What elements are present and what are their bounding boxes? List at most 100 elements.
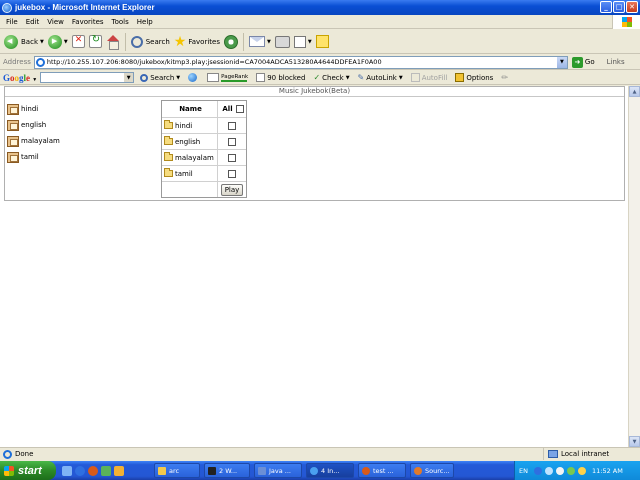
row-checkbox-hindi[interactable] <box>228 121 236 130</box>
folder-link-label[interactable]: english <box>21 121 46 129</box>
check-dropdown-icon[interactable]: ▼ <box>346 75 350 81</box>
quick-launch <box>62 465 124 476</box>
google-toolbar: Google ▼ ▼ Search ▼ PageRank 90 blocked … <box>0 71 640 85</box>
menu-edit[interactable]: Edit <box>22 18 44 26</box>
google-search-dropdown-icon[interactable]: ▼ <box>124 73 134 82</box>
back-dropdown-icon[interactable]: ▼ <box>40 39 44 45</box>
taskbar-task-arc[interactable]: arc <box>154 463 200 478</box>
folder-image-icon[interactable] <box>7 119 19 131</box>
google-search-input[interactable]: ▼ <box>40 72 135 83</box>
row-name-cell: tamil <box>162 166 218 181</box>
tray-network-icon[interactable] <box>544 466 553 475</box>
task-label: arc <box>169 466 180 475</box>
autofill-button[interactable]: AutoFill <box>410 73 447 82</box>
row-checkbox-tamil[interactable] <box>228 169 236 178</box>
address-dropdown-icon[interactable]: ▼ <box>556 56 567 68</box>
home-button[interactable] <box>104 32 122 52</box>
refresh-button[interactable] <box>87 32 104 52</box>
status-message: Done <box>0 449 33 459</box>
close-button[interactable]: ✕ <box>626 1 638 13</box>
autolink-dropdown-icon[interactable]: ▼ <box>399 75 403 81</box>
ie-app-icon[interactable] <box>2 2 12 13</box>
back-button[interactable]: Back ▼ <box>2 32 46 52</box>
folder-link-label[interactable]: tamil <box>21 153 39 161</box>
spellcheck-button[interactable]: ✓ Check ▼ <box>313 73 349 82</box>
folder-link-label[interactable]: malayalam <box>21 137 60 145</box>
forward-dropdown-icon[interactable]: ▼ <box>64 39 68 45</box>
search-button[interactable]: Search <box>129 32 172 52</box>
favorites-button[interactable]: ★ Favorites <box>172 32 222 52</box>
options-button[interactable]: Options <box>455 73 493 82</box>
folder-image-icon[interactable] <box>7 103 19 115</box>
google-pagerank[interactable]: PageRank <box>207 73 248 82</box>
ie-quicklaunch-icon[interactable] <box>75 465 85 476</box>
folder-link-label[interactable]: hindi <box>21 105 38 113</box>
notes-button[interactable] <box>314 32 331 52</box>
maximize-button[interactable]: □ <box>613 1 625 13</box>
title-bar[interactable]: jukebox - Microsoft Internet Explorer _ … <box>0 0 640 15</box>
vertical-scrollbar[interactable]: ▲ ▼ <box>628 86 640 447</box>
forward-arrow-icon <box>47 34 62 49</box>
google-logo[interactable]: Google ▼ <box>3 73 37 83</box>
back-label: Back <box>21 37 38 46</box>
mail-dropdown-icon[interactable]: ▼ <box>267 39 271 45</box>
address-input[interactable]: http://10.255.107.206:8080/jukebox/kitmp… <box>33 55 568 69</box>
tray-help-icon[interactable] <box>533 466 542 475</box>
folder-link-tamil[interactable]: tamil <box>7 149 157 165</box>
tray-app-icon[interactable] <box>577 466 586 475</box>
language-indicator[interactable]: EN <box>519 467 528 475</box>
edit-button[interactable]: ▼ <box>292 32 314 52</box>
start-button[interactable]: start <box>0 461 56 480</box>
tray-volume-icon[interactable] <box>555 466 564 475</box>
system-tray: EN 11:52 AM <box>514 461 640 480</box>
folder-image-icon[interactable] <box>7 135 19 147</box>
menu-help[interactable]: Help <box>133 18 157 26</box>
mail-button[interactable]: ▼ <box>247 32 273 52</box>
app-quicklaunch-icon[interactable] <box>101 465 111 476</box>
folder-image-icon[interactable] <box>7 151 19 163</box>
print-button[interactable] <box>273 32 292 52</box>
menu-tools[interactable]: Tools <box>108 18 133 26</box>
tray-security-icon[interactable] <box>566 466 575 475</box>
edit-dropdown-icon[interactable]: ▼ <box>308 39 312 45</box>
links-button[interactable]: Links <box>607 58 625 66</box>
menu-file[interactable]: File <box>2 18 22 26</box>
menu-favorites[interactable]: Favorites <box>68 18 108 26</box>
folder-quicklaunch-icon[interactable] <box>114 465 124 476</box>
highlight-button[interactable]: ✏ <box>501 73 508 82</box>
folder-link-malayalam[interactable]: malayalam <box>7 133 157 149</box>
google-search-button[interactable]: Search ▼ <box>140 73 180 82</box>
taskbar-task-test[interactable]: test ... <box>358 463 406 478</box>
play-button[interactable]: Play <box>220 183 244 196</box>
google-news-button[interactable] <box>188 73 199 82</box>
select-all-checkbox[interactable] <box>235 105 244 113</box>
taskbar-task-cmd[interactable]: 2 W... <box>204 463 250 478</box>
autolink-button[interactable]: ✎ AutoLink ▼ <box>358 73 403 82</box>
show-desktop-icon[interactable] <box>62 465 72 476</box>
folder-link-english[interactable]: english <box>7 117 157 133</box>
scroll-up-arrow-icon[interactable]: ▲ <box>629 86 640 97</box>
forward-button[interactable]: ▼ <box>46 32 70 52</box>
stop-button[interactable] <box>70 32 87 52</box>
google-search-options-icon[interactable]: ▼ <box>176 75 180 81</box>
menu-view[interactable]: View <box>43 18 68 26</box>
row-checkbox-malayalam[interactable] <box>228 153 236 162</box>
history-button[interactable] <box>222 32 240 52</box>
security-zone[interactable]: Local intranet <box>543 448 609 460</box>
taskbar-task-source[interactable]: Sourc... <box>410 463 454 478</box>
folder-task-icon <box>158 466 166 475</box>
note-icon <box>315 35 329 48</box>
taskbar-task-java[interactable]: Java ... <box>254 463 302 478</box>
standard-toolbar: Back ▼ ▼ Search ★ Favorites ▼ ▼ <box>0 30 640 54</box>
folder-link-hindi[interactable]: hindi <box>7 101 157 117</box>
row-checkbox-english[interactable] <box>228 137 236 146</box>
clock[interactable]: 11:52 AM <box>592 467 623 475</box>
scroll-down-arrow-icon[interactable]: ▼ <box>629 436 640 447</box>
taskbar-task-ie[interactable]: 4 In... <box>306 463 354 478</box>
minimize-button[interactable]: _ <box>600 1 612 13</box>
popup-blocker-button[interactable]: 90 blocked <box>256 73 305 82</box>
go-button[interactable]: ➜ Go <box>571 56 595 68</box>
firefox-quicklaunch-icon[interactable] <box>88 465 98 476</box>
autolink-icon: ✎ <box>357 73 365 82</box>
task-label: Java ... <box>269 466 291 475</box>
